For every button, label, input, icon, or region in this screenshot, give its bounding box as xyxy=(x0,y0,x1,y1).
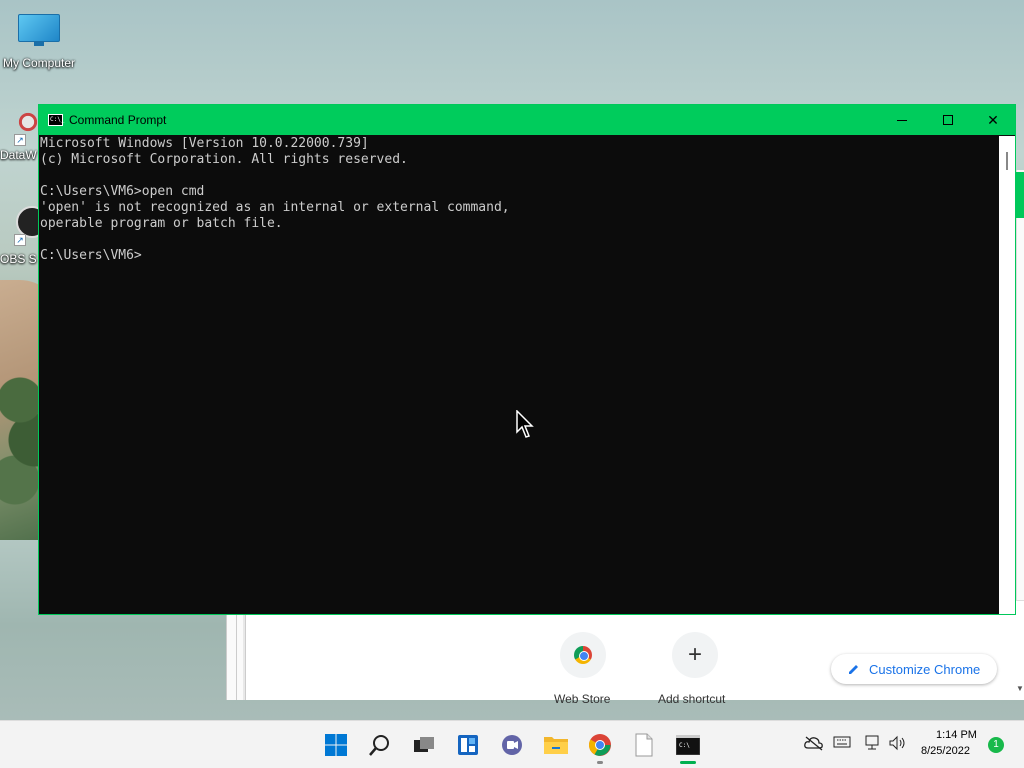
title-bar[interactable]: C:\_ Command Prompt ✕ xyxy=(39,105,1015,135)
shortcut-arrow-icon: ↗ xyxy=(14,134,26,146)
task-view-icon xyxy=(414,737,434,752)
console-line: Microsoft Windows [Version 10.0.22000.73… xyxy=(40,136,369,151)
window-title: Command Prompt xyxy=(69,113,167,127)
notepad-icon xyxy=(635,733,653,757)
customize-chrome-button[interactable]: Customize Chrome xyxy=(831,654,997,684)
file-explorer-icon xyxy=(544,737,568,754)
scrollbar-thumb[interactable] xyxy=(1006,152,1008,170)
customize-chrome-label: Customize Chrome xyxy=(869,661,981,677)
desktop-icon-obs[interactable]: ↗ OBS S xyxy=(0,202,40,266)
widgets-icon xyxy=(458,735,478,755)
desktop-icon-label: My Computer xyxy=(2,56,76,70)
console-line: 'open' is not recognized as an internal … xyxy=(40,200,510,215)
notification-badge[interactable]: 1 xyxy=(988,737,1004,753)
chrome-window-accent xyxy=(1016,172,1024,218)
command-prompt-icon: C:\_ xyxy=(48,114,64,126)
close-icon: ✕ xyxy=(987,111,999,128)
desktop-icon-my-computer[interactable]: My Computer xyxy=(0,10,78,70)
minimize-button[interactable] xyxy=(879,105,925,135)
volume-icon[interactable] xyxy=(888,735,908,751)
desktop-icon-datawrapper[interactable]: ↗ DataW xyxy=(0,104,40,162)
console-line: operable program or batch file. xyxy=(40,216,283,231)
console-line: (c) Microsoft Corporation. All rights re… xyxy=(40,152,408,167)
onedrive-icon[interactable] xyxy=(804,735,824,751)
desktop-icon-label: OBS S xyxy=(0,252,37,266)
shortcut-label: Add shortcut xyxy=(658,692,726,706)
chat-button[interactable] xyxy=(498,731,526,759)
console-line: C:\Users\VM6>open cmd xyxy=(40,184,205,199)
start-icon xyxy=(325,734,347,756)
keyboard-icon[interactable] xyxy=(833,735,851,749)
chrome-icon xyxy=(574,646,592,664)
scroll-down-icon[interactable]: ▼ xyxy=(1016,684,1024,693)
start-button[interactable] xyxy=(322,731,350,759)
maximize-button[interactable] xyxy=(925,105,971,135)
chat-icon xyxy=(502,735,522,755)
shortcut-arrow-icon: ↗ xyxy=(14,234,26,246)
clock-time[interactable]: 1:14 PM xyxy=(936,729,977,741)
shortcut-tile-web-store[interactable] xyxy=(560,632,606,678)
mouse-pointer-icon xyxy=(516,410,534,438)
command-prompt-window[interactable]: C:\_ Command Prompt ✕ Microsoft Windows … xyxy=(38,104,1016,615)
running-indicator xyxy=(597,761,603,764)
add-shortcut-button[interactable]: + xyxy=(672,632,718,678)
plus-icon: + xyxy=(687,641,702,668)
active-app-indicator xyxy=(680,761,696,764)
search-icon xyxy=(369,735,389,756)
monitor-icon xyxy=(17,12,61,46)
file-explorer-button[interactable] xyxy=(542,731,570,759)
task-view-button[interactable] xyxy=(410,731,438,759)
notepad-button[interactable] xyxy=(630,731,658,759)
maximize-icon xyxy=(943,115,953,125)
chrome-taskbar-button[interactable] xyxy=(586,731,614,759)
chrome-icon xyxy=(589,734,611,756)
command-prompt-icon: C:\ xyxy=(676,735,700,755)
clock-date[interactable]: 8/25/2022 xyxy=(921,745,970,757)
svg-text:C:\: C:\ xyxy=(679,742,690,749)
taskbar: C:\ xyxy=(0,720,1024,768)
chrome-window[interactable] xyxy=(245,600,1024,700)
datawrapper-icon xyxy=(14,108,40,136)
scrollbar[interactable] xyxy=(999,136,1015,614)
desktop-icon-label: DataW xyxy=(0,148,37,162)
console-prompt[interactable]: C:\Users\VM6> xyxy=(40,248,998,264)
shortcut-label: Web Store xyxy=(554,692,611,706)
network-icon[interactable] xyxy=(864,735,882,751)
minimize-icon xyxy=(897,119,907,121)
console-output[interactable]: Microsoft Windows [Version 10.0.22000.73… xyxy=(40,136,998,614)
search-button[interactable] xyxy=(366,731,394,759)
widgets-button[interactable] xyxy=(454,731,482,759)
command-prompt-taskbar-button[interactable]: C:\ xyxy=(674,731,702,759)
close-button[interactable]: ✕ xyxy=(970,105,1016,135)
pencil-icon xyxy=(849,665,858,674)
